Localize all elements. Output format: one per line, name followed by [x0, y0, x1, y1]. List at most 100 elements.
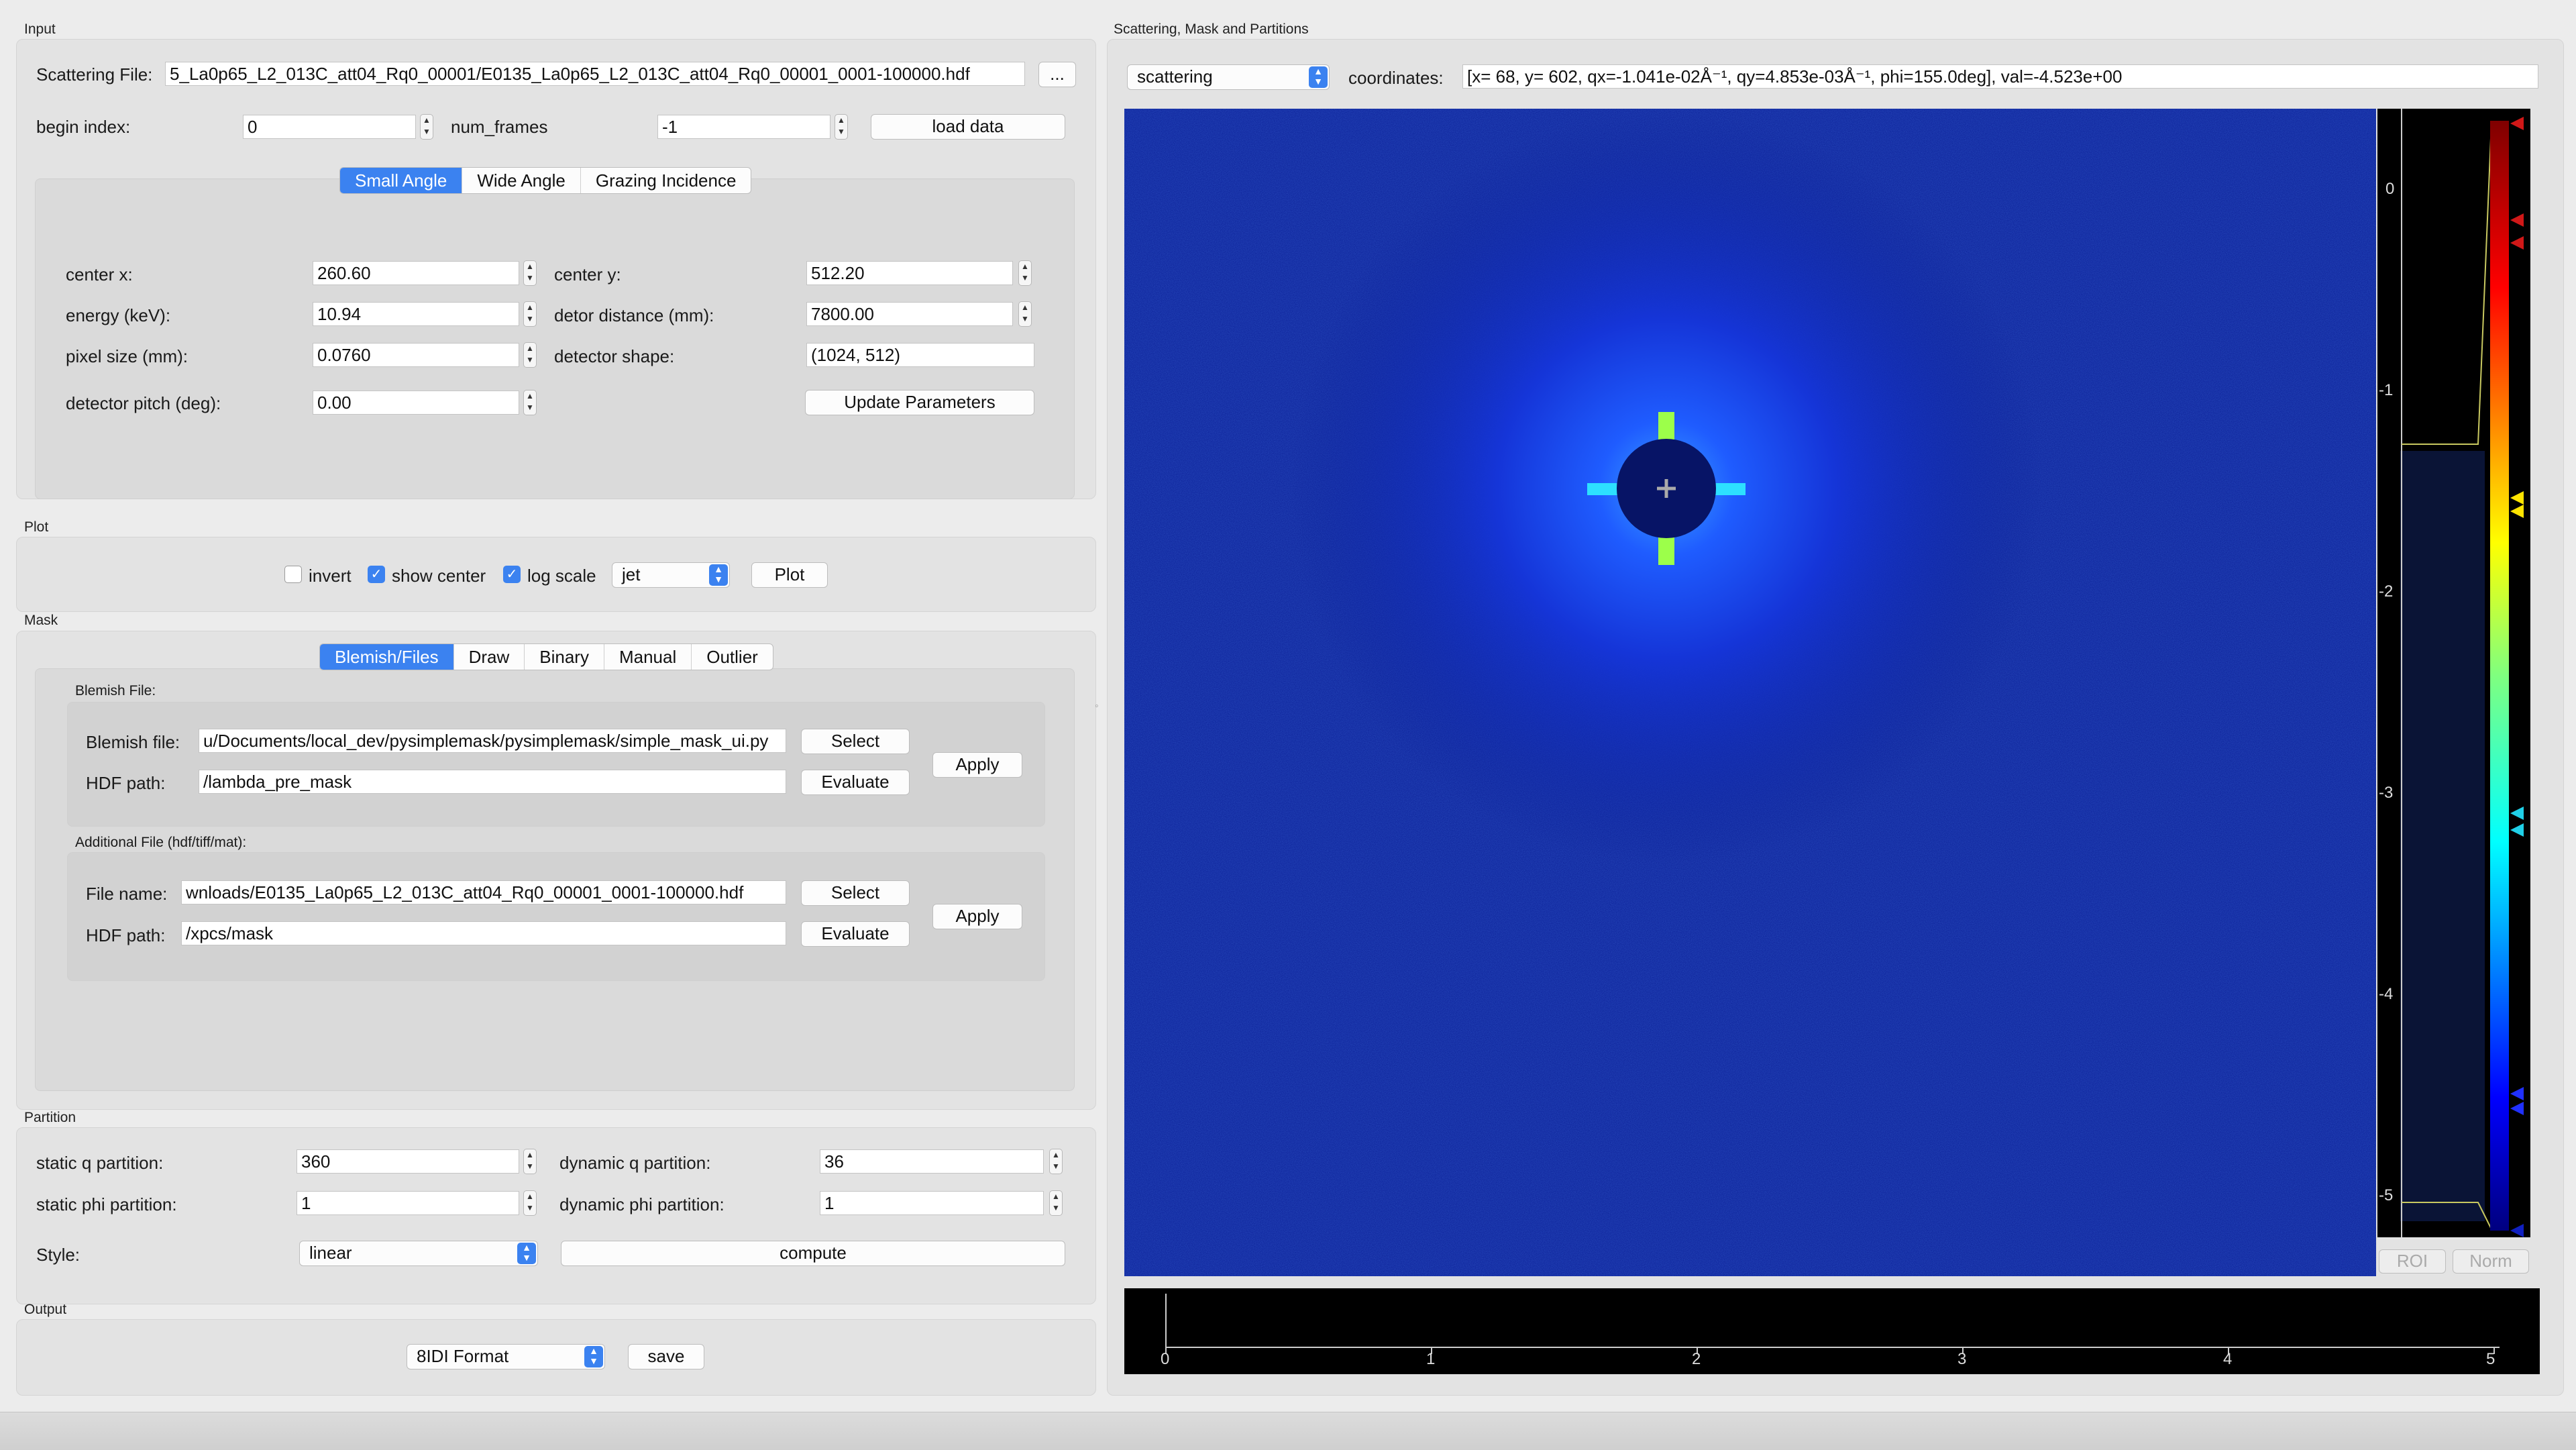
file-apply-button[interactable]: Apply: [932, 904, 1022, 929]
file-name-label: File name:: [86, 884, 168, 904]
pixel-size-stepper[interactable]: ▲ ▼: [523, 342, 537, 368]
num-frames-stepper[interactable]: ▲ ▼: [835, 114, 848, 140]
tab-outlier[interactable]: Outlier: [692, 644, 773, 670]
static-q-input[interactable]: 360: [297, 1149, 519, 1174]
begin-index-input[interactable]: 0: [243, 115, 416, 139]
file-select-button[interactable]: Select: [801, 880, 910, 906]
timeline-tick: 1: [1426, 1350, 1436, 1368]
detector-shape-label: detector shape:: [554, 346, 675, 366]
style-value: linear: [309, 1243, 352, 1263]
timeline-plot[interactable]: 0 1 2 3 4 5: [1124, 1288, 2540, 1374]
file-name-field[interactable]: wnloads/E0135_La0p65_L2_013C_att04_Rq0_0…: [181, 880, 786, 904]
energy-input[interactable]: 10.94: [313, 302, 519, 326]
output-format-value: 8IDI Format: [417, 1346, 509, 1366]
tab-binary[interactable]: Binary: [525, 644, 604, 670]
dynamic-phi-input[interactable]: 1: [820, 1191, 1044, 1215]
dynamic-q-stepper[interactable]: ▲ ▼: [1049, 1149, 1063, 1174]
num-frames-label: num_frames: [451, 117, 548, 137]
colorbar-tick: -2: [2379, 582, 2394, 601]
chevron-updown-icon: ▲ ▼: [709, 564, 728, 586]
detector-pitch-label: detector pitch (deg):: [66, 393, 221, 413]
dynamic-q-label: dynamic q partition:: [559, 1153, 711, 1173]
center-y-input[interactable]: 512.20: [806, 261, 1013, 285]
timeline-tick: 5: [2486, 1350, 2496, 1368]
save-button[interactable]: save: [628, 1344, 704, 1369]
additional-hdf-label: HDF path:: [86, 925, 166, 945]
colorbar-tick: -5: [2379, 1186, 2394, 1204]
colorbar-tick: -4: [2379, 985, 2394, 1003]
center-x-stepper[interactable]: ▲ ▼: [523, 260, 537, 286]
partition-section-title: Partition: [24, 1110, 76, 1125]
coordinates-label: coordinates:: [1348, 68, 1444, 88]
compute-button[interactable]: compute: [561, 1241, 1065, 1266]
blemish-evaluate-button[interactable]: Evaluate: [801, 770, 910, 795]
detector-shape-field[interactable]: (1024, 512): [806, 343, 1034, 367]
energy-stepper[interactable]: ▲ ▼: [523, 301, 537, 327]
blemish-hdf-field[interactable]: /lambda_pre_mask: [199, 770, 786, 794]
show-center-label: show center: [392, 566, 486, 586]
blemish-group-title: Blemish File:: [75, 683, 156, 698]
dynamic-phi-stepper[interactable]: ▲ ▼: [1049, 1190, 1063, 1216]
colorbar-histogram[interactable]: 0 -1 -2 -3 -4 -5: [2377, 109, 2530, 1237]
static-phi-input[interactable]: 1: [297, 1191, 519, 1215]
blemish-apply-button[interactable]: Apply: [932, 752, 1022, 778]
num-frames-input[interactable]: -1: [657, 115, 830, 139]
scattering-image[interactable]: [1124, 109, 2376, 1276]
center-y-stepper[interactable]: ▲ ▼: [1018, 260, 1032, 286]
colormap-value: jet: [622, 564, 641, 584]
style-select[interactable]: linear ▲ ▼: [299, 1241, 538, 1266]
browse-button[interactable]: ...: [1038, 62, 1076, 87]
pixel-size-label: pixel size (mm):: [66, 346, 189, 366]
pixel-size-input[interactable]: 0.0760: [313, 343, 519, 367]
scattering-file-field[interactable]: 5_La0p65_L2_013C_att04_Rq0_00001/E0135_L…: [165, 62, 1025, 86]
tab-blemish-files[interactable]: Blemish/Files: [320, 644, 454, 670]
colormap-select[interactable]: jet ▲ ▼: [612, 562, 730, 588]
tab-small-angle[interactable]: Small Angle: [340, 168, 463, 193]
static-q-stepper[interactable]: ▲ ▼: [523, 1149, 537, 1174]
show-center-checkbox[interactable]: ✓: [368, 566, 385, 583]
file-evaluate-button[interactable]: Evaluate: [801, 921, 910, 947]
additional-hdf-field[interactable]: /xpcs/mask: [181, 921, 786, 945]
status-bar: [0, 1412, 2576, 1450]
tab-manual[interactable]: Manual: [604, 644, 692, 670]
load-data-button[interactable]: load data: [871, 114, 1065, 140]
static-phi-label: static phi partition:: [36, 1194, 177, 1214]
tab-draw[interactable]: Draw: [454, 644, 525, 670]
tab-grazing-incidence[interactable]: Grazing Incidence: [581, 168, 751, 193]
static-phi-stepper[interactable]: ▲ ▼: [523, 1190, 537, 1216]
center-x-input[interactable]: 260.60: [313, 261, 519, 285]
coordinates-field: [x= 68, y= 602, qx=-1.041e-02Å⁻¹, qy=4.8…: [1462, 64, 2538, 89]
blemish-group: [67, 702, 1045, 827]
chevron-updown-icon: ▲ ▼: [1309, 66, 1328, 88]
log-scale-label: log scale: [527, 566, 596, 586]
plot-button[interactable]: Plot: [751, 562, 828, 588]
detector-pitch-input[interactable]: 0.00: [313, 391, 519, 415]
blemish-select-button[interactable]: Select: [801, 729, 910, 754]
update-parameters-button[interactable]: Update Parameters: [805, 390, 1034, 415]
invert-label: invert: [309, 566, 352, 586]
energy-label: energy (keV):: [66, 305, 171, 325]
viewer-section-title: Scattering, Mask and Partitions: [1114, 21, 1309, 37]
center-x-label: center x:: [66, 264, 133, 284]
invert-checkbox[interactable]: [284, 566, 302, 583]
detector-pitch-stepper[interactable]: ▲ ▼: [523, 390, 537, 415]
blemish-file-field[interactable]: u/Documents/local_dev/pysimplemask/pysim…: [199, 729, 786, 753]
output-format-select[interactable]: 8IDI Format ▲ ▼: [407, 1344, 605, 1369]
timeline-tick: 2: [1692, 1350, 1701, 1368]
timeline-tick: 3: [1957, 1350, 1967, 1368]
view-select[interactable]: scattering ▲ ▼: [1127, 64, 1330, 90]
roi-button[interactable]: ROI: [2379, 1249, 2446, 1274]
dynamic-q-input[interactable]: 36: [820, 1149, 1044, 1174]
mask-tabs: Blemish/Files Draw Binary Manual Outlier: [319, 643, 773, 670]
timeline-tick: 4: [2223, 1350, 2233, 1368]
colorbar-tick: -3: [2379, 784, 2394, 802]
begin-index-stepper[interactable]: ▲ ▼: [420, 114, 433, 140]
splitter-handle[interactable]: ◦: [1095, 701, 1102, 712]
detor-distance-input[interactable]: 7800.00: [806, 302, 1013, 326]
detor-distance-stepper[interactable]: ▲ ▼: [1018, 301, 1032, 327]
blemish-hdf-label: HDF path:: [86, 773, 166, 793]
log-scale-checkbox[interactable]: ✓: [503, 566, 521, 583]
norm-button[interactable]: Norm: [2453, 1249, 2529, 1274]
tab-wide-angle[interactable]: Wide Angle: [462, 168, 581, 193]
dynamic-phi-label: dynamic phi partition:: [559, 1194, 724, 1214]
